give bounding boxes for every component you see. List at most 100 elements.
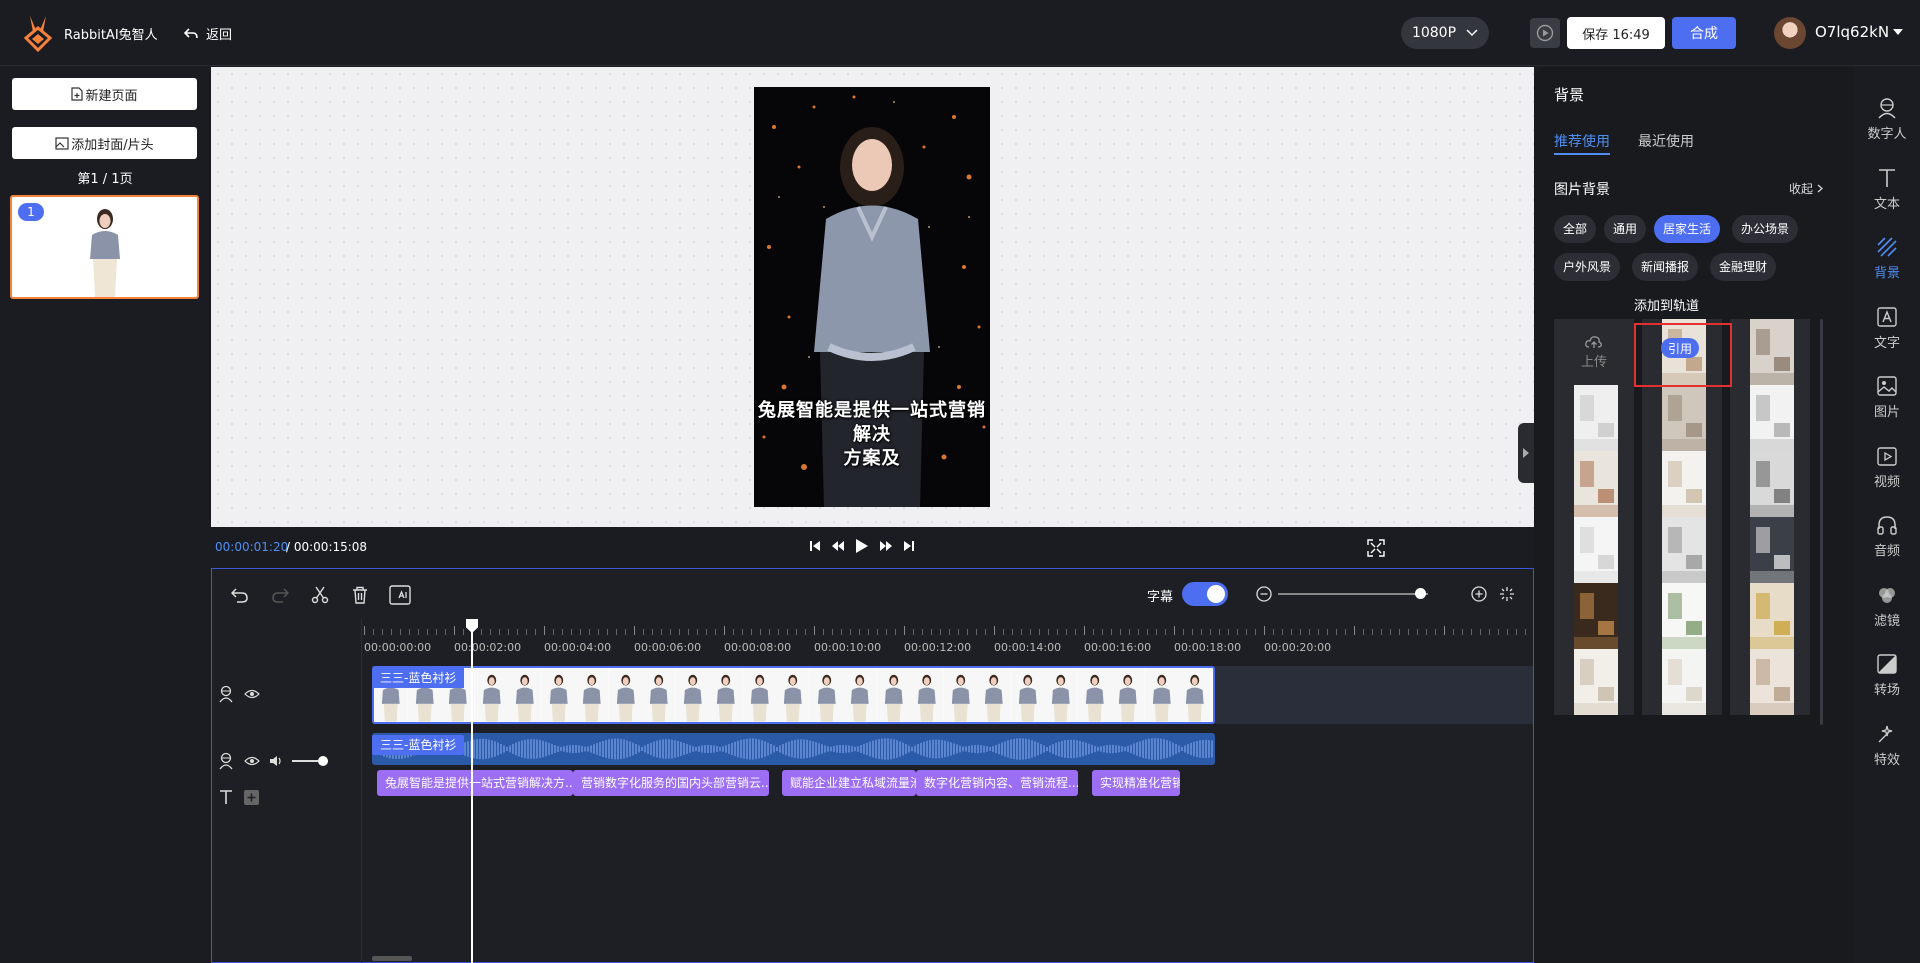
fullscreen-icon[interactable] [1367,539,1385,557]
text-icon [1879,168,1895,187]
nav-item-video[interactable]: 视频 [1854,445,1920,490]
volume-icon[interactable] [269,755,283,767]
subtitle-clip[interactable]: 实现精准化营销 [1092,770,1180,796]
avatar[interactable] [1774,17,1806,49]
ruler-tick [382,629,383,635]
undo-button[interactable] [228,583,252,607]
page-thumbnail[interactable]: 1 [10,195,199,299]
background-thumbnail[interactable] [1730,385,1810,451]
ruler-tick [1444,626,1445,635]
filter-chip-all[interactable]: 全部 [1554,215,1597,243]
background-thumbnail[interactable] [1642,451,1722,517]
ruler-tick [1408,629,1409,635]
subtitle-toggle[interactable] [1182,582,1228,606]
nav-item-digital-human[interactable]: 数字人 [1854,97,1920,142]
redo-button[interactable] [268,583,292,607]
time-ruler[interactable]: 00:00:00:00 00:00:02:00 00:00:04:00 00:00:0… [362,619,1533,659]
collapse-link[interactable]: 收起 [1789,180,1823,197]
subtitle-clip[interactable]: 兔展智能是提供一站式营销解决方... [377,770,573,796]
audio-clip[interactable] [372,733,1215,765]
ruler-tick [1435,629,1436,635]
ruler-tick [940,629,941,635]
filter-chip-finance[interactable]: 金融理财 [1710,253,1777,281]
nav-item-filter[interactable]: 滤镜 [1854,584,1920,629]
nav-item-image[interactable]: 图片 [1854,375,1920,420]
timeline-scrollbar[interactable] [372,956,412,961]
preview-button[interactable] [1530,18,1560,48]
zoom-slider-handle[interactable] [1415,588,1426,599]
background-thumbnail[interactable] [1730,649,1810,715]
background-thumbnail[interactable] [1642,649,1722,715]
nav-item-transition[interactable]: 转场 [1854,653,1920,698]
filter-chip-home[interactable]: 居家生活 [1654,215,1721,243]
filter-chip-office[interactable]: 办公场景 [1732,215,1799,243]
play-icon[interactable] [855,538,869,554]
cut-button[interactable] [308,583,332,607]
volume-slider-handle[interactable] [318,756,328,766]
delete-button[interactable] [348,583,372,607]
background-thumbnail[interactable] [1642,583,1722,649]
filter-chip-general[interactable]: 通用 [1604,215,1647,243]
skip-end-icon[interactable] [903,540,915,552]
clip-frame [1144,668,1178,722]
background-thumbnail[interactable] [1730,517,1810,583]
subtitle-clip[interactable]: 数字化营销内容、营销流程... [916,770,1078,796]
digital-human-clip[interactable] [372,666,1215,724]
preview-canvas[interactable]: 兔展智能是提供一站式营销解决 方案及 [211,67,1534,527]
nav-item-audio[interactable]: 音频 [1854,514,1920,559]
back-button[interactable]: 返回 [184,24,232,43]
add-subtitle-icon[interactable] [244,790,259,805]
add-cover-button[interactable]: 添加封面/片头 [12,127,197,159]
zoom-slider[interactable] [1278,593,1428,595]
nav-item-font[interactable]: 文字 [1854,306,1920,351]
background-thumbnail[interactable] [1642,385,1722,451]
upload-button[interactable]: 上传 [1554,319,1634,385]
use-background-button[interactable]: 引用 [1661,338,1699,358]
ruler-tick [724,626,725,635]
subtitle-clip[interactable]: 营销数字化服务的国内头部营销云... [573,770,769,796]
playhead[interactable] [471,619,473,963]
tab-recent[interactable]: 最近使用 [1638,131,1694,151]
save-button[interactable]: 保存 16:49 [1567,17,1665,49]
filter-chip-outdoor[interactable]: 户外风景 [1554,253,1621,281]
panel-collapse-tab[interactable] [1518,423,1534,483]
nav-item-text[interactable]: 文本 [1854,167,1920,212]
ruler-tick [1507,629,1508,635]
user-menu[interactable]: O7lq62kN [1815,23,1904,41]
room-image-icon [1750,517,1794,583]
ruler-tick [1084,626,1085,635]
background-thumbnail[interactable] [1554,385,1634,451]
ruler-tick [1039,629,1040,635]
ai-subtitle-button[interactable] [388,583,412,607]
filter-chip-news[interactable]: 新闻播报 [1632,253,1699,281]
video-preview[interactable]: 兔展智能是提供一站式营销解决 方案及 [754,87,990,507]
background-thumbnail[interactable] [1554,451,1634,517]
background-thumbnail[interactable] [1642,517,1722,583]
subtitle-clip[interactable]: 赋能企业建立私域流量池 [782,770,916,796]
room-image-icon [1750,649,1794,715]
zoom-in-icon[interactable] [1471,586,1487,602]
compose-button[interactable]: 合成 [1672,17,1736,49]
background-thumbnail[interactable] [1730,451,1810,517]
play-circle-icon [1536,24,1554,42]
ruler-tick [832,629,833,635]
background-thumbnail[interactable] [1730,319,1810,385]
nav-item-effects[interactable]: 特效 [1854,723,1920,768]
background-thumbnail[interactable] [1554,583,1634,649]
background-thumbnail[interactable] [1554,649,1634,715]
step-forward-icon[interactable] [879,540,893,552]
fit-icon[interactable] [1499,586,1515,602]
nav-item-background[interactable]: 背景 [1854,236,1920,281]
panel-scrollbar[interactable] [1820,319,1823,725]
skip-start-icon[interactable] [809,540,821,552]
eye-icon[interactable] [244,689,260,699]
background-thumbnail[interactable] [1554,517,1634,583]
new-file-icon [71,87,84,101]
zoom-out-icon[interactable] [1256,586,1272,602]
step-back-icon[interactable] [831,540,845,552]
new-page-button[interactable]: 新建页面 [12,78,197,110]
eye-icon[interactable] [244,756,260,766]
resolution-select[interactable]: 1080P [1401,17,1489,49]
tab-recommended[interactable]: 推荐使用 [1554,131,1610,155]
background-thumbnail[interactable] [1730,583,1810,649]
